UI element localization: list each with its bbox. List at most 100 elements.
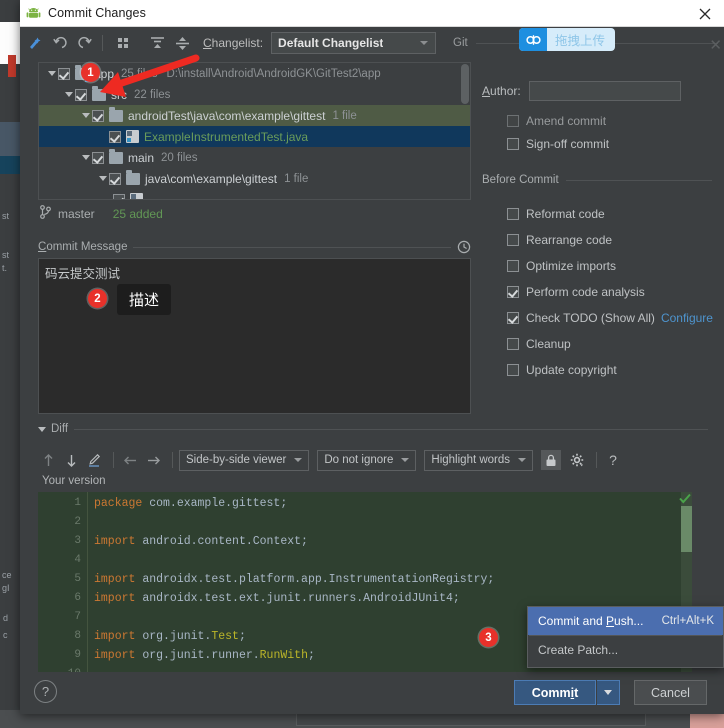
lock-icon[interactable] — [541, 450, 562, 470]
tree-row[interactable]: ExampleInstrumentedTest.java — [39, 126, 470, 147]
cancel-button[interactable]: Cancel — [634, 680, 707, 705]
configure-link[interactable]: Configure — [661, 311, 713, 325]
branch-name: master — [58, 207, 95, 221]
option-checkbox[interactable] — [507, 338, 519, 350]
git-section-label: Git — [453, 37, 468, 49]
tree-row-checkbox[interactable] — [113, 193, 125, 199]
accept-left-icon[interactable] — [120, 450, 140, 470]
help-button[interactable]: ? — [34, 680, 57, 703]
clock-icon[interactable] — [457, 240, 471, 254]
accept-right-icon[interactable] — [143, 450, 163, 470]
option-checkbox[interactable] — [507, 312, 519, 324]
drag-upload-badge[interactable]: 拖拽上传 — [519, 28, 616, 51]
option-row[interactable]: Reformat code — [507, 205, 605, 223]
chevron-down-icon — [294, 458, 303, 462]
ignore-mode-dropdown[interactable]: Do not ignore — [317, 449, 417, 471]
tree-row[interactable]: java\com\example\gittest 1 file — [39, 168, 470, 189]
refresh-changes-icon[interactable] — [24, 33, 45, 54]
code-token: org.junit. — [135, 630, 212, 643]
background-ghost-text: st — [2, 211, 10, 221]
chevron-down-icon[interactable] — [38, 426, 46, 432]
chevron-down-icon — [604, 690, 612, 695]
edit-source-icon[interactable] — [84, 450, 104, 470]
option-checkbox[interactable] — [507, 115, 519, 127]
group-by-icon[interactable] — [112, 33, 133, 54]
option-label: Amend commit — [526, 114, 607, 128]
close-icon[interactable] — [694, 3, 716, 25]
context-menu-item[interactable]: Create Patch... — [528, 636, 723, 664]
viewer-mode-dropdown[interactable]: Side-by-side viewer — [179, 449, 310, 471]
code-line-number: 4 — [74, 554, 81, 566]
chevron-down-icon[interactable] — [79, 113, 92, 118]
changed-files-tree[interactable]: app 25 files D:\install\Android\AndroidGK\… — [38, 62, 471, 200]
commit-button[interactable]: Commit — [514, 680, 596, 705]
changelist-dropdown[interactable]: Default Changelist — [271, 32, 437, 54]
option-row[interactable]: Amend commit — [507, 112, 606, 130]
option-row[interactable]: Perform code analysis — [507, 283, 645, 301]
option-checkbox[interactable] — [507, 234, 519, 246]
diff-section-rule — [74, 428, 708, 430]
option-label: Cleanup — [526, 337, 571, 351]
option-row[interactable]: Cleanup — [507, 335, 571, 353]
code-token: import — [94, 630, 136, 643]
code-token: androidx.test.platform.app.Instrumentati… — [135, 573, 495, 586]
your-version-label: Your version — [42, 475, 106, 487]
option-checkbox[interactable] — [507, 286, 519, 298]
expand-all-icon[interactable] — [147, 33, 168, 54]
diff-section-header[interactable]: Diff — [38, 422, 708, 436]
option-checkbox[interactable] — [507, 364, 519, 376]
tree-row-checkbox[interactable] — [58, 67, 70, 80]
tree-row-checkbox[interactable] — [75, 88, 87, 101]
option-row[interactable]: Optimize imports — [507, 257, 616, 275]
refresh-icon[interactable] — [74, 33, 95, 54]
tree-row-name: main — [128, 150, 155, 165]
commit-dropdown-button[interactable] — [597, 680, 620, 705]
chevron-down-icon[interactable] — [62, 92, 75, 97]
option-row[interactable]: Sign-off commit — [507, 135, 609, 153]
code-token: androidx.test.ext.junit.runners.AndroidJ… — [135, 592, 460, 605]
tree-row-checkbox[interactable] — [92, 109, 104, 122]
context-menu-item[interactable]: Commit and Push... Ctrl+Alt+K — [528, 607, 723, 635]
chevron-down-icon[interactable] — [96, 176, 109, 181]
tree-row-checkbox[interactable] — [92, 151, 104, 164]
option-checkbox[interactable] — [507, 260, 519, 272]
annotation-marker-2: 2 — [88, 289, 107, 308]
next-difference-icon[interactable] — [61, 450, 81, 470]
chevron-down-icon[interactable] — [79, 155, 92, 160]
tree-scrollbar[interactable] — [461, 64, 469, 104]
code-line-number: 3 — [74, 535, 81, 547]
chevron-down-icon[interactable] — [45, 71, 58, 76]
option-row[interactable]: Rearrange code — [507, 231, 612, 249]
tree-row[interactable]: androidTest\java\com\example\gittest 1 fi… — [39, 105, 470, 126]
option-row[interactable]: Update copyright — [507, 361, 617, 379]
code-line: package com.example.gittest; — [94, 497, 287, 510]
rollback-icon[interactable] — [49, 33, 70, 54]
code-scrollbar-thumb[interactable] — [681, 506, 692, 552]
commit-message-input[interactable]: 码云提交测试 — [38, 258, 471, 414]
tree-row[interactable]: src 22 files — [39, 84, 470, 105]
tree-row[interactable]: app 25 files D:\install\Android\AndroidGK\… — [39, 63, 470, 84]
background-red-marker — [8, 55, 16, 77]
gear-icon[interactable] — [567, 450, 587, 470]
option-label: Reformat code — [526, 207, 605, 221]
commit-actions-context-menu: Commit and Push... Ctrl+Alt+K Create Patch… — [527, 606, 724, 668]
changes-toolbar: Changelist: Default Changelist Git — [20, 27, 724, 59]
branch-added-count: 25 added — [112, 207, 163, 221]
background-ghost-text: st — [2, 250, 10, 260]
author-input[interactable] — [528, 81, 681, 101]
tree-row-checkbox[interactable] — [109, 130, 121, 143]
option-label: Rearrange code — [526, 233, 613, 247]
tree-row[interactable]: main 20 files — [39, 147, 470, 168]
code-line: import org.junit.Test; — [94, 630, 246, 643]
question-icon[interactable]: ? — [603, 450, 623, 470]
previous-difference-icon[interactable] — [38, 450, 58, 470]
annotation-marker-1: 1 — [81, 63, 100, 82]
tree-row-checkbox[interactable] — [109, 172, 121, 185]
collapse-all-icon[interactable] — [172, 33, 193, 54]
highlight-mode-dropdown[interactable]: Highlight words — [424, 449, 534, 471]
option-checkbox[interactable] — [507, 138, 519, 150]
tree-row-name: androidTest\java\com\example\gittest — [128, 108, 326, 123]
option-row[interactable]: Check TODO (Show All) Configure — [507, 309, 713, 327]
tree-row[interactable] — [39, 189, 470, 199]
option-checkbox[interactable] — [507, 208, 519, 220]
